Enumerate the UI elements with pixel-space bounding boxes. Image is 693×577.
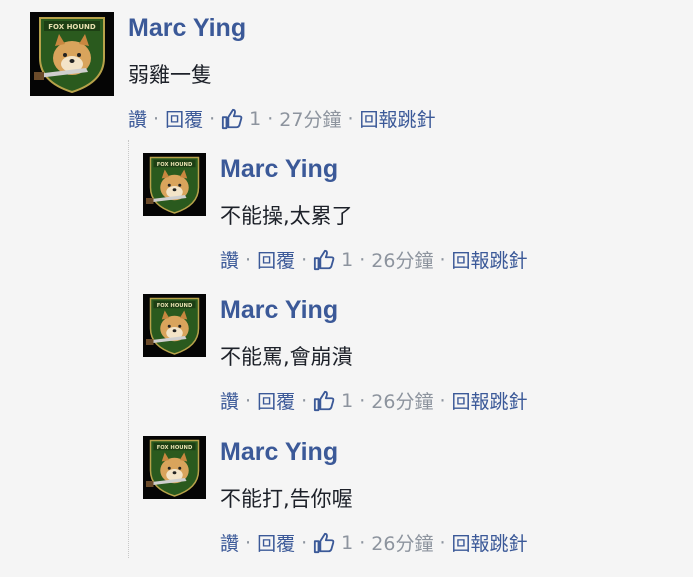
separator: · (439, 248, 446, 271)
logo-text: FOX HOUND (157, 303, 193, 309)
comment-text: 弱雞一隻 (128, 63, 212, 87)
avatar[interactable]: FOX HOUND (143, 436, 206, 499)
fox-hound-shiba-avatar-icon: FOX HOUND (30, 12, 114, 96)
comment-actions: 讚 · 回覆 · 1 · 27分鐘 · 回報跳針 (128, 105, 436, 132)
avatar[interactable]: FOX HOUND (143, 153, 206, 216)
separator: · (359, 531, 366, 554)
timestamp[interactable]: 26分鐘 (371, 387, 433, 414)
thumbs-up-icon[interactable] (313, 249, 335, 271)
separator: · (439, 531, 446, 554)
thumbs-up-icon[interactable] (313, 390, 335, 412)
reply-thread-line (128, 140, 129, 558)
separator: · (301, 389, 308, 412)
report-link[interactable]: 回報跳針 (360, 105, 436, 132)
comment-actions: 讚 · 回覆 · 1 · 26分鐘 · 回報跳針 (220, 246, 528, 273)
report-link[interactable]: 回報跳針 (452, 529, 528, 556)
separator: · (245, 248, 252, 271)
comment-actions: 讚 · 回覆 · 1 · 26分鐘 · 回報跳針 (220, 529, 528, 556)
logo-text: FOX HOUND (157, 162, 193, 168)
logo-text: FOX HOUND (48, 23, 96, 31)
separator: · (359, 389, 366, 412)
reply-link[interactable]: 回覆 (165, 105, 203, 132)
separator: · (359, 248, 366, 271)
fox-hound-shiba-avatar-icon: FOX HOUND (143, 294, 206, 357)
timestamp[interactable]: 27分鐘 (279, 105, 341, 132)
like-link[interactable]: 讚 (128, 105, 147, 132)
separator: · (245, 531, 252, 554)
like-count: 1 (249, 107, 262, 130)
thumbs-up-icon[interactable] (221, 108, 243, 130)
separator: · (153, 107, 160, 130)
comment-text: 不能打,告你喔 (220, 487, 353, 511)
timestamp[interactable]: 26分鐘 (371, 529, 433, 556)
separator: · (267, 107, 274, 130)
like-count: 1 (341, 389, 354, 412)
separator: · (245, 389, 252, 412)
fox-hound-shiba-avatar-icon: FOX HOUND (143, 153, 206, 216)
comment-author[interactable]: Marc Ying (220, 155, 338, 184)
separator: · (209, 107, 216, 130)
reply-link[interactable]: 回覆 (257, 246, 295, 273)
thumbs-up-icon[interactable] (313, 532, 335, 554)
report-link[interactable]: 回報跳針 (452, 387, 528, 414)
like-count: 1 (341, 531, 354, 554)
separator: · (347, 107, 354, 130)
comment-text: 不能操,太累了 (220, 204, 353, 228)
report-link[interactable]: 回報跳針 (452, 246, 528, 273)
reply-link[interactable]: 回覆 (257, 529, 295, 556)
comment-author[interactable]: Marc Ying (220, 438, 338, 467)
separator: · (301, 248, 308, 271)
comment-author[interactable]: Marc Ying (220, 296, 338, 325)
like-link[interactable]: 讚 (220, 529, 239, 556)
logo-text: FOX HOUND (157, 445, 193, 451)
like-count: 1 (341, 248, 354, 271)
comment-text: 不能罵,會崩潰 (220, 345, 353, 369)
timestamp[interactable]: 26分鐘 (371, 246, 433, 273)
comment-author[interactable]: Marc Ying (128, 14, 246, 43)
like-link[interactable]: 讚 (220, 246, 239, 273)
comment-actions: 讚 · 回覆 · 1 · 26分鐘 · 回報跳針 (220, 387, 528, 414)
reply-link[interactable]: 回覆 (257, 387, 295, 414)
like-link[interactable]: 讚 (220, 387, 239, 414)
avatar[interactable]: FOX HOUND (30, 12, 114, 96)
separator: · (439, 389, 446, 412)
avatar[interactable]: FOX HOUND (143, 294, 206, 357)
separator: · (301, 531, 308, 554)
fox-hound-shiba-avatar-icon: FOX HOUND (143, 436, 206, 499)
